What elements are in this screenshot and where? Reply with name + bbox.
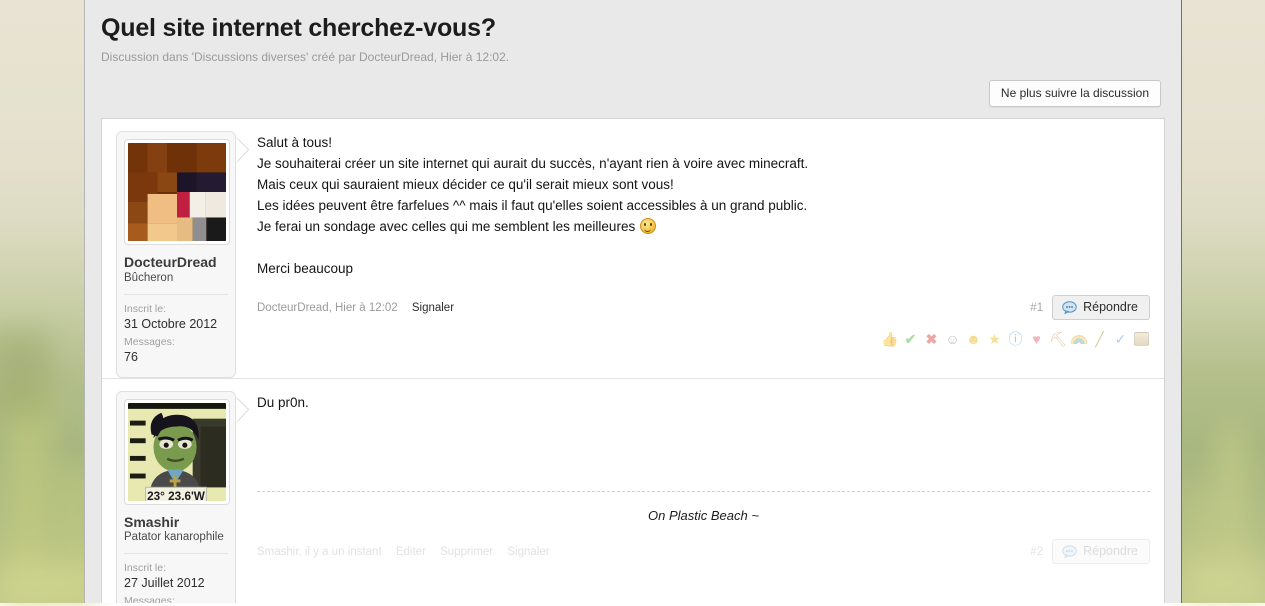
box-shape — [1134, 332, 1149, 346]
messages-label: Messages: — [124, 336, 228, 349]
post-footer-links: Smashir, il y a un instant Editer Suppri… — [257, 546, 1030, 558]
joined-label: Inscrit le: — [124, 562, 228, 575]
page-title: Quel site internet cherchez-vous? — [101, 14, 1181, 43]
paintbrush-icon[interactable]: ╱ — [1091, 331, 1108, 348]
post-footer-links: DocteurDread, Hier à 12:02 Signaler — [257, 302, 1030, 314]
reply-button-label: Répondre — [1083, 544, 1138, 558]
author-title: Patator kanarophile — [124, 531, 228, 543]
reply-button[interactable]: Répondre — [1052, 539, 1150, 564]
post-item: DocteurDread Bûcheron Inscrit le: 31 Oct… — [102, 119, 1164, 378]
messages-value: 76 — [124, 349, 228, 366]
post-line: Mais ceux qui sauraient mieux décider ce… — [257, 174, 1150, 195]
troll-face-icon[interactable]: ☺ — [944, 331, 961, 348]
post-body: Salut à tous! Je souhaiterai créer un si… — [257, 131, 1150, 279]
post-line: Salut à tous! — [257, 132, 1150, 153]
box-icon[interactable] — [1133, 331, 1150, 348]
post-number: #2 — [1030, 546, 1043, 558]
post-line: Du pr0n. — [257, 392, 1150, 413]
reaction-bar: 👍 ✔ ✖ ☺ ☻ ★ ⓘ ♥ ⛏ ╱ ✓ — [257, 331, 1150, 360]
delete-link[interactable]: Supprimer — [440, 546, 493, 558]
smiley-icon[interactable]: ☻ — [965, 331, 982, 348]
star-icon[interactable]: ★ — [986, 331, 1003, 348]
forum-page: Quel site internet cherchez-vous? Discus… — [84, 0, 1182, 603]
post-footer-actions: #2 Répondre — [1030, 539, 1150, 564]
wallpaper-blob — [0, 565, 95, 605]
post-message-column: Du pr0n. On Plastic Beach ~ Smashir, il … — [236, 391, 1150, 603]
post-author-time: DocteurDread, Hier à 12:02 — [257, 302, 398, 314]
post-footer: DocteurDread, Hier à 12:02 Signaler #1 — [257, 293, 1150, 323]
cross-icon[interactable]: ✖ — [923, 331, 940, 348]
heart-icon[interactable]: ♥ — [1028, 331, 1045, 348]
author-name[interactable]: DocteurDread — [124, 254, 228, 271]
post-footer-actions: #1 Répondre — [1030, 295, 1150, 320]
avatar[interactable] — [124, 139, 230, 245]
speech-bubble-arrow — [236, 137, 250, 163]
joined-label: Inscrit le: — [124, 303, 228, 316]
post-number: #1 — [1030, 302, 1043, 314]
post-closing: Merci beaucoup — [257, 258, 1150, 279]
author-title: Bûcheron — [124, 272, 228, 284]
smiley-emoticon-icon — [640, 218, 656, 234]
rainbow-icon[interactable] — [1070, 331, 1087, 348]
check-icon[interactable]: ✔ — [902, 331, 919, 348]
speech-bubble-arrow — [236, 397, 250, 423]
abc-check-icon[interactable]: ✓ — [1112, 331, 1129, 348]
reply-button-label: Répondre — [1083, 300, 1138, 314]
speech-bubble-icon — [1062, 545, 1077, 558]
joined-value: 31 Octobre 2012 — [124, 316, 228, 333]
post-line: Je souhaiterai créer un site internet qu… — [257, 153, 1150, 174]
post-author-column: DocteurDread Bûcheron Inscrit le: 31 Oct… — [116, 131, 236, 378]
edit-link[interactable]: Editer — [396, 546, 426, 558]
post-line: Les idées peuvent être farfelues ^^ mais… — [257, 195, 1150, 216]
watch-row: Ne plus suivre la discussion — [85, 64, 1181, 107]
post-footer: Smashir, il y a un instant Editer Suppri… — [257, 537, 1150, 567]
thread-meta: Discussion dans 'Discussions diverses' c… — [101, 50, 1181, 64]
wallpaper-blob — [1185, 560, 1265, 606]
wallpaper-blob — [0, 330, 50, 420]
author-stats: Inscrit le: 27 Juillet 2012 Messages: — [124, 553, 228, 603]
messages-label: Messages: — [124, 595, 228, 603]
post-signature: On Plastic Beach ~ — [257, 491, 1150, 523]
avatar-image — [128, 143, 226, 241]
thumbs-up-icon[interactable]: 👍 — [881, 331, 898, 348]
post-author-time: Smashir, il y a un instant — [257, 546, 382, 558]
report-link[interactable]: Signaler — [412, 302, 454, 314]
joined-value: 27 Juillet 2012 — [124, 575, 228, 592]
thread-header: Quel site internet cherchez-vous? Discus… — [85, 0, 1181, 64]
post-message-column: Salut à tous! Je souhaiterai créer un si… — [236, 131, 1150, 378]
reply-button[interactable]: Répondre — [1052, 295, 1150, 320]
post-item: 23° 23.6'W Smashir Patator kanarophile I… — [102, 378, 1164, 603]
author-stats: Inscrit le: 31 Octobre 2012 Messages: 76 — [124, 294, 228, 366]
report-link[interactable]: Signaler — [507, 546, 549, 558]
svg-text:23° 23.6'W: 23° 23.6'W — [147, 490, 206, 501]
speech-bubble-icon — [1062, 301, 1077, 314]
avatar-image: 23° 23.6'W — [128, 403, 226, 501]
avatar[interactable]: 23° 23.6'W — [124, 399, 230, 505]
post-author-column: 23° 23.6'W Smashir Patator kanarophile I… — [116, 391, 236, 603]
paragraph-spacer — [257, 237, 1150, 258]
post-list: DocteurDread Bûcheron Inscrit le: 31 Oct… — [101, 118, 1165, 603]
post-body: Du pr0n. — [257, 391, 1150, 413]
author-name[interactable]: Smashir — [124, 514, 228, 531]
rainbow-arc — [1071, 335, 1087, 344]
post-line-with-smiley: Je ferai un sondage avec celles qui me s… — [257, 216, 1150, 237]
wrench-icon[interactable]: ⛏ — [1049, 331, 1066, 348]
wallpaper-blob — [1218, 430, 1244, 570]
info-icon[interactable]: ⓘ — [1007, 331, 1024, 348]
post-line-text: Je ferai un sondage avec celles qui me s… — [257, 219, 639, 234]
unwatch-thread-button[interactable]: Ne plus suivre la discussion — [989, 80, 1161, 107]
